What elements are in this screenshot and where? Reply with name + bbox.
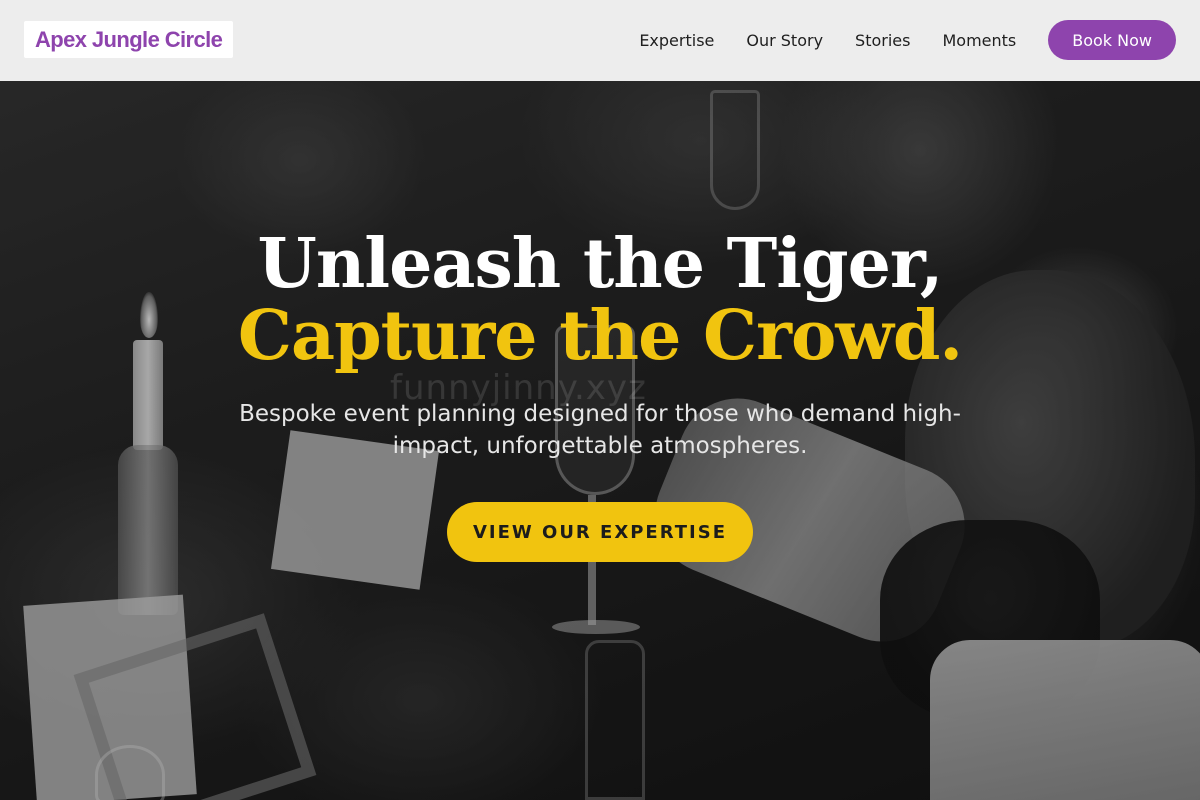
hero-subtitle: Bespoke event planning designed for thos…	[239, 401, 961, 459]
hero-content: Unleash the Tiger, Capture the Crowd. Be…	[0, 230, 1200, 562]
headline-line-2: Capture the Crowd.	[237, 296, 963, 376]
headline-line-1: Unleash the Tiger,	[257, 224, 944, 304]
nav-link-our-story[interactable]: Our Story	[746, 31, 823, 50]
hero-headline: Unleash the Tiger, Capture the Crowd.	[0, 230, 1200, 370]
top-navbar: Apex Jungle Circle Expertise Our Story S…	[0, 0, 1200, 81]
brand-logo[interactable]: Apex Jungle Circle	[24, 21, 234, 58]
nav-link-stories[interactable]: Stories	[855, 31, 910, 50]
book-now-button[interactable]: Book Now	[1048, 20, 1176, 60]
nav-link-moments[interactable]: Moments	[942, 31, 1016, 50]
primary-nav: Expertise Our Story Stories Moments Book…	[639, 20, 1176, 60]
view-expertise-button[interactable]: VIEW OUR EXPERTISE	[447, 502, 753, 562]
nav-link-expertise[interactable]: Expertise	[639, 31, 714, 50]
